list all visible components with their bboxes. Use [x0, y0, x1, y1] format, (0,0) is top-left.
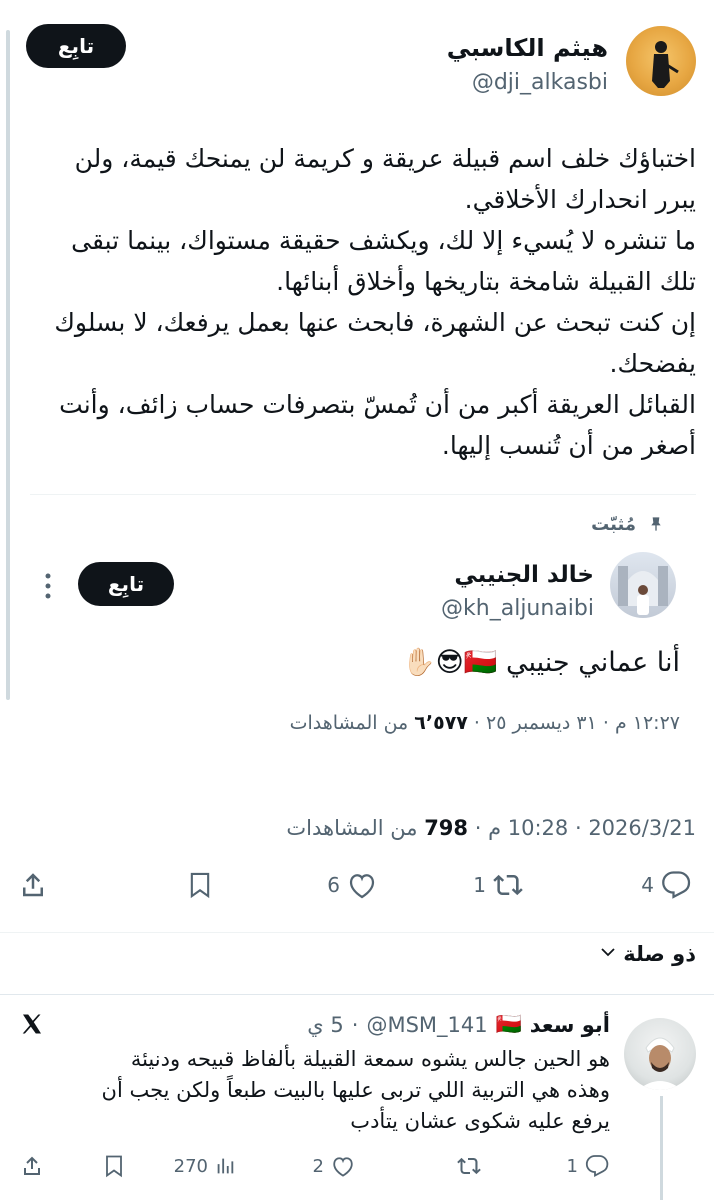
quoted-views-label: من المشاهدات — [289, 712, 409, 734]
scrollbar[interactable] — [6, 30, 10, 700]
reply-author-avatar[interactable] — [624, 1018, 696, 1090]
action-divider — [0, 932, 714, 933]
reply-views-button[interactable]: 270 — [174, 1154, 236, 1178]
follow-button-label: تابِع — [57, 34, 95, 58]
reply-author-handle[interactable]: @MSM_141 — [366, 1013, 487, 1037]
quoted-author-name[interactable]: خالد الجنيبي — [454, 562, 594, 588]
retweet-count: 1 — [473, 873, 486, 897]
reply-bookmark-button[interactable] — [102, 1154, 126, 1178]
tweet-text: اختباؤك خلف اسم قبيلة عريقة و كريمة لن ي… — [54, 144, 696, 460]
more-icon[interactable] — [44, 572, 52, 604]
like-count: 6 — [327, 873, 340, 897]
bookmark-icon — [186, 870, 214, 900]
reply-text: هو الحين جالس يشوه سمعة القبيلة بألفاظ ق… — [101, 1047, 610, 1133]
reply-author-flag: 🇴🇲 — [495, 1012, 522, 1036]
quoted-meta-date: ١٢:٢٧ م · ٣١ ديسمبر ٢٥ · — [467, 712, 680, 734]
reply-icon — [660, 870, 692, 900]
reply-reply-count: 1 — [566, 1155, 578, 1177]
views-icon — [214, 1154, 236, 1178]
tweet-views-label: من المشاهدات — [286, 816, 418, 840]
quoted-views-count: ٦٬٥٧٧ — [414, 712, 468, 734]
like-button[interactable]: 6 — [327, 870, 378, 900]
reply-header: أبو سعد 🇴🇲 @MSM_141 · 5 ي — [307, 1012, 610, 1037]
pinned-label: مُثبّت — [591, 514, 636, 535]
reply-like-button[interactable]: 2 — [313, 1154, 356, 1178]
tweet-date: 2026/3/21 — [588, 816, 696, 840]
like-icon — [330, 1154, 356, 1178]
reply-views-count: 270 — [173, 1155, 208, 1177]
retweet-icon — [456, 1154, 482, 1178]
quoted-author-avatar[interactable] — [610, 552, 676, 618]
retweet-icon — [492, 870, 524, 900]
reply-count: 4 — [641, 873, 654, 897]
share-icon — [18, 870, 48, 900]
share-icon — [20, 1154, 44, 1178]
quote-top-divider — [30, 494, 696, 495]
quoted-tweet-meta: ١٢:٢٧ م · ٣١ ديسمبر ٢٥ · ٦٬٥٧٧ من المشاه… — [290, 712, 680, 734]
author-handle[interactable]: @dji_alkasbi — [472, 70, 608, 95]
x-logo-icon — [20, 1012, 44, 1040]
thread-line — [660, 1096, 663, 1200]
reply-reply-button[interactable]: 1 — [567, 1154, 610, 1178]
tweet-meta: 2026/3/21 · 10:28 م · 798 من المشاهدات — [286, 816, 696, 840]
author-avatar[interactable] — [626, 26, 696, 96]
author-name[interactable]: هيثم الكاسبي — [447, 34, 608, 62]
retweet-button[interactable]: 1 — [473, 870, 524, 900]
like-icon — [346, 870, 378, 900]
reply-author-name[interactable]: أبو سعد — [530, 1013, 610, 1037]
quoted-tweet-text: أنا عماني جنيبي 🇴🇲😎✋🏻 — [402, 647, 680, 678]
reply-button[interactable]: 4 — [641, 870, 692, 900]
bookmark-button[interactable] — [186, 870, 214, 900]
share-button[interactable] — [18, 870, 48, 900]
reply-time[interactable]: 5 ي — [307, 1013, 344, 1037]
reply-share-button[interactable] — [20, 1154, 44, 1178]
quoted-follow-label: تابِع — [107, 572, 145, 596]
relevance-sort[interactable]: ذو صلة — [599, 942, 696, 966]
chevron-down-icon — [599, 942, 617, 966]
tweet-views-count: 798 — [424, 816, 469, 840]
follow-button[interactable]: تابِع — [26, 24, 126, 68]
reply-icon — [584, 1154, 610, 1178]
pin-icon — [648, 516, 664, 536]
quoted-author-handle[interactable]: @kh_aljunaibi — [441, 596, 594, 621]
quoted-follow-button[interactable]: تابِع — [78, 562, 174, 606]
reply-retweet-button[interactable] — [456, 1154, 482, 1178]
reply-like-count: 2 — [312, 1155, 324, 1177]
relevance-label: ذو صلة — [623, 942, 696, 966]
tweet-time: 10:28 م — [488, 816, 569, 840]
section-divider — [0, 994, 714, 995]
bookmark-icon — [102, 1154, 126, 1178]
